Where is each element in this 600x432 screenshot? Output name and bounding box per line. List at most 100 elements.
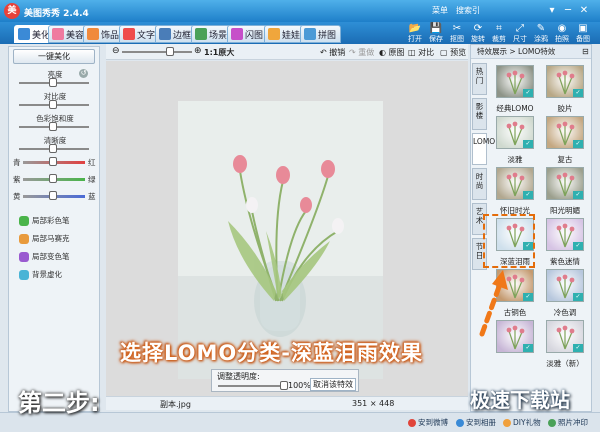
bottom-link[interactable]: 安到相册 [456, 417, 496, 428]
effect-thumbnail[interactable]: ✓ 冷色调 [541, 269, 589, 319]
close-button[interactable]: ✕ [577, 4, 591, 17]
tool-icon: ◉ [557, 23, 567, 34]
tool-label: 打开 [408, 35, 422, 43]
tool-button[interactable]: 💾 保存 [427, 23, 445, 43]
effect-thumbnail[interactable]: ✓ 紫色迷情 [541, 218, 589, 268]
effect-thumbnail[interactable]: ✓ 淡雅 [491, 116, 539, 166]
zoom-slider-knob[interactable] [166, 47, 174, 56]
tab-puzzle[interactable]: 拼图 [300, 25, 342, 43]
original-button[interactable]: ◐ 原图 [379, 47, 405, 58]
effect-category-tab[interactable]: 时尚 [472, 168, 487, 200]
effect-label: 胶片 [557, 104, 573, 113]
effect-label: 阳光明媚 [550, 206, 580, 215]
local-tool-item[interactable]: 背景虚化 [19, 269, 62, 280]
search-link[interactable]: 搜索引 [456, 5, 480, 16]
dropdown-icon[interactable]: ▾ [545, 4, 559, 17]
color-slider-knob[interactable] [49, 191, 57, 200]
one-click-beautify-button[interactable]: 一键美化 [13, 49, 95, 64]
color-slider-knob[interactable] [49, 157, 57, 166]
tool-button[interactable]: ⟳ 旋转 [469, 23, 487, 43]
tool-label: 裁剪 [492, 35, 506, 43]
effect-thumbnail[interactable]: ✓ 怀旧时光 [491, 167, 539, 217]
opacity-value: 100% [288, 381, 311, 390]
effect-label: 淡雅 [507, 155, 523, 164]
new-badge-icon: ✓ [573, 242, 583, 250]
effect-category-tab[interactable]: 影楼 [472, 98, 487, 130]
tab-label: 闪图 [245, 30, 264, 41]
effect-thumbnail[interactable]: ✓ 复古 [541, 116, 589, 166]
tool-button[interactable]: ⌗ 裁剪 [490, 23, 508, 43]
album-icon [456, 418, 464, 427]
minimize-button[interactable]: ─ [561, 4, 575, 17]
adjust-panel: 一键美化 ↺ 亮度 对比度 色彩饱和度 清晰度 青红紫绿黄蓝 局部彩色笔 局部马赛克 局部… [8, 46, 100, 412]
adjust-slider-knob[interactable] [49, 100, 57, 109]
tool-label: 抠图 [450, 35, 464, 43]
effect-preview-image: ✓ [546, 320, 584, 353]
redo-button[interactable]: ↷ 重做 [349, 47, 374, 58]
tab-frame[interactable]: 边框 [155, 25, 197, 43]
adjust-slider-knob[interactable] [49, 78, 57, 87]
zoom-out-icon[interactable]: ⊖ [112, 47, 120, 56]
tool-button[interactable]: ✂ 抠图 [448, 23, 466, 43]
bottom-link[interactable]: 安到微博 [408, 417, 448, 428]
tab-label: 文字 [137, 30, 156, 41]
bottom-link-label: DIY礼物 [513, 418, 541, 427]
new-badge-icon: ✓ [523, 89, 533, 97]
effect-thumbnail[interactable]: ✓ 阳光明媚 [541, 167, 589, 217]
color-right-label: 蓝 [88, 192, 96, 201]
cancel-effect-button[interactable]: 取消该特效 [310, 378, 356, 391]
adjust-slider-knob[interactable] [49, 144, 57, 153]
effect-preview-image: ✓ [546, 269, 584, 302]
tab-ornament[interactable]: 饰品 [83, 25, 125, 43]
tool-icon: ▣ [578, 23, 588, 34]
zoom-slider[interactable] [122, 51, 192, 53]
tab-scene[interactable]: 场景 [191, 25, 233, 43]
new-badge-icon: ✓ [523, 293, 533, 301]
compare-button[interactable]: ◫ 对比 [408, 47, 434, 58]
effect-thumbnail[interactable]: ✓ 经典LOMO [491, 65, 539, 115]
gift-icon [503, 418, 511, 427]
opacity-slider-knob[interactable] [280, 381, 288, 390]
opacity-slider[interactable] [218, 385, 284, 387]
local-tool-item[interactable]: 局部马赛克 [19, 233, 70, 244]
tool-icon: ✂ [452, 23, 462, 34]
tool-button[interactable]: ◉ 拍照 [553, 23, 571, 43]
tool-button[interactable]: ✎ 涂鸦 [532, 23, 550, 43]
new-badge-icon: ✓ [573, 89, 583, 97]
status-bar: 副本.jpg 351 × 448 [106, 396, 468, 410]
tab-label: 边框 [173, 30, 192, 41]
tool-button[interactable]: 📂 打开 [406, 23, 424, 43]
bottom-link-label: 照片冲印 [558, 418, 588, 427]
tool-button[interactable]: ⤢ 尺寸 [511, 23, 529, 43]
new-badge-icon: ✓ [523, 140, 533, 148]
bottom-link[interactable]: DIY礼物 [503, 417, 541, 428]
tab-text[interactable]: 文字 [119, 25, 161, 43]
preview-button[interactable]: ▢ 预览 [440, 47, 466, 58]
undo-button[interactable]: ↶ 撤销 [320, 47, 345, 58]
effect-category-tab[interactable]: 热门 [472, 63, 487, 95]
color-right-label: 绿 [88, 175, 96, 184]
effect-preview-image: ✓ [546, 218, 584, 251]
scene-icon [195, 28, 207, 40]
zoom-in-icon[interactable]: ⊕ [194, 47, 202, 56]
tool-label: 尺寸 [513, 35, 527, 43]
effect-preview-image: ✓ [496, 167, 534, 200]
local-tool-item[interactable]: 局部变色笔 [19, 251, 70, 262]
effects-panel-collapse-icon[interactable]: ⊟ [582, 48, 589, 56]
tab-flash[interactable]: 闪图 [227, 25, 269, 43]
color-left-label: 青 [13, 158, 21, 167]
effect-category-tab[interactable]: LOMO [472, 133, 495, 165]
brush-icon [19, 215, 29, 226]
effect-thumbnail[interactable]: ✓ 胶片 [541, 65, 589, 115]
menu-link[interactable]: 菜单 [432, 5, 448, 16]
zoom-label[interactable]: 1:1原大 [204, 47, 234, 58]
effect-thumbnail[interactable]: ✓ 淡雅（新） [541, 320, 589, 370]
adjust-slider-knob[interactable] [49, 122, 57, 131]
bottom-link[interactable]: 照片冲印 [548, 417, 588, 428]
local-tool-item[interactable]: 局部彩色笔 [19, 215, 70, 226]
tool-button[interactable]: ▣ 备图 [574, 23, 592, 43]
color-slider-knob[interactable] [49, 174, 57, 183]
tab-doll[interactable]: 娃娃 [264, 25, 306, 43]
new-badge-icon: ✓ [573, 344, 583, 352]
new-badge-icon: ✓ [573, 140, 583, 148]
